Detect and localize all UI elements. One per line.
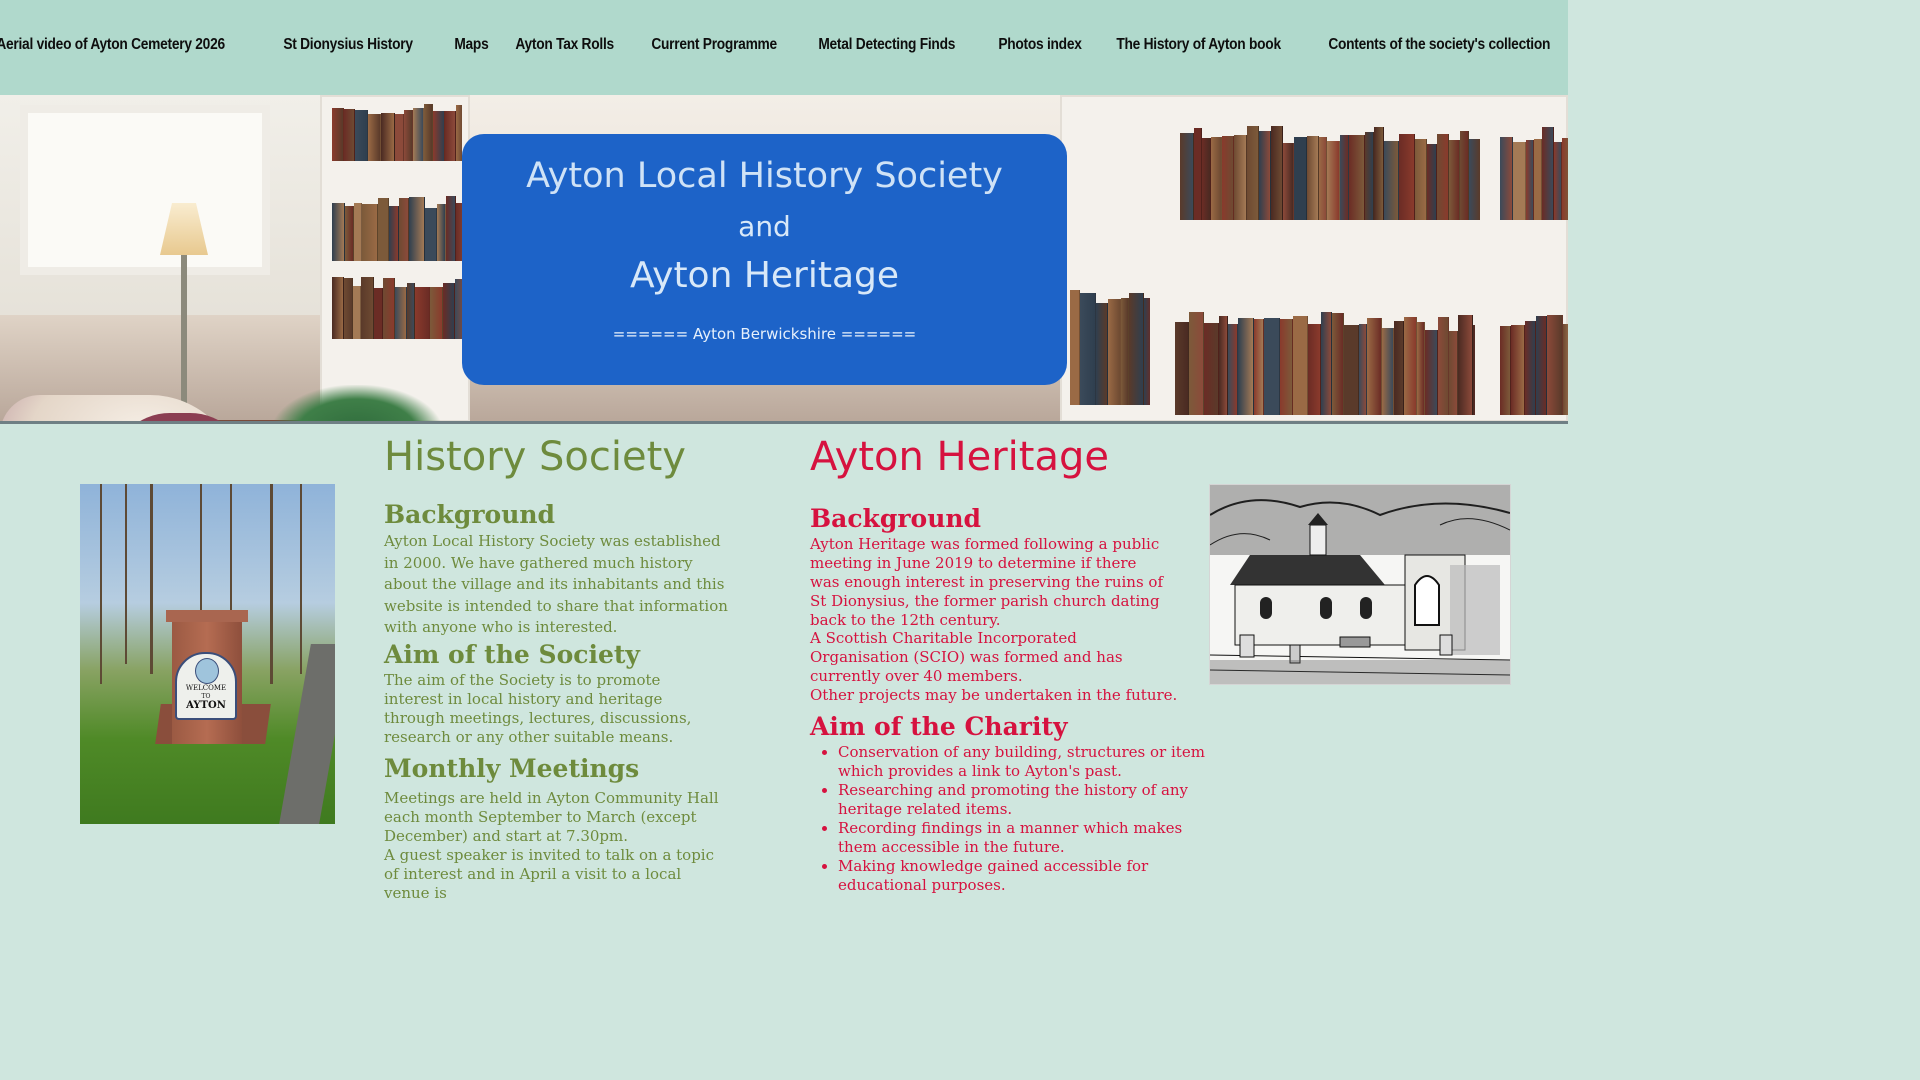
title-conjunction: and bbox=[738, 210, 791, 243]
society-aim-heading: Aim of the Society bbox=[384, 640, 640, 669]
society-aim-text: The aim of the Society is to promote int… bbox=[384, 671, 692, 746]
top-navigation: Aerial video of Ayton Cemetery 2026 St Di… bbox=[0, 0, 1568, 95]
sign-to-text: TO bbox=[201, 693, 211, 700]
nav-item-the-history-of-ayton-book[interactable]: The History of Ayton book bbox=[1106, 36, 1291, 54]
hero-divider bbox=[0, 421, 1568, 424]
monthly-meetings-heading: Monthly Meetings bbox=[384, 754, 640, 783]
sign-place-text: AYTON bbox=[186, 700, 226, 711]
history-society-heading: History Society bbox=[384, 434, 686, 480]
church-ruin-engraving-image[interactable] bbox=[1209, 484, 1511, 685]
nav-item-ayton-tax-rolls[interactable]: Ayton Tax Rolls bbox=[505, 36, 624, 54]
charity-aim-heading: Aim of the Charity bbox=[810, 712, 1068, 741]
nav-item-contents-of-the-society-s-collection[interactable]: Contents of the society's collection bbox=[1318, 36, 1560, 54]
monthly-meetings-guest-text: A guest speaker is invited to talk on a … bbox=[384, 846, 715, 902]
list-item: Recording findings in a manner which mak… bbox=[838, 819, 1208, 857]
society-background-text: Ayton Local History Society was establis… bbox=[384, 532, 728, 636]
site-title-box: Ayton Local History Society and Ayton He… bbox=[462, 134, 1067, 385]
nav-item-metal-detecting-finds[interactable]: Metal Detecting Finds bbox=[808, 36, 965, 54]
society-background-heading: Background bbox=[384, 500, 556, 529]
location-subtitle: ====== Ayton Berwickshire ====== bbox=[612, 325, 917, 343]
heritage-background-text: Ayton Heritage was formed following a pu… bbox=[810, 535, 1164, 629]
nav-menu: Aerial video of Ayton Cemetery 2026 St Di… bbox=[0, 36, 1568, 54]
monthly-meetings-text: Meetings are held in Ayton Community Hal… bbox=[384, 789, 719, 845]
list-item: Researching and promoting the history of… bbox=[838, 781, 1208, 819]
list-item: Conservation of any building, structures… bbox=[838, 743, 1208, 781]
ayton-heritage-heading: Ayton Heritage bbox=[810, 434, 1109, 480]
engraving-drawing bbox=[1210, 485, 1510, 684]
society-title: Ayton Local History Society bbox=[526, 156, 1003, 196]
crest-icon bbox=[195, 658, 219, 684]
nav-item-maps[interactable]: Maps bbox=[444, 36, 499, 54]
welcome-to-ayton-sign-photo[interactable]: WELCOME TO AYTON bbox=[80, 484, 335, 824]
nav-item-current-programme[interactable]: Current Programme bbox=[641, 36, 787, 54]
heritage-background-heading: Background bbox=[810, 504, 982, 533]
list-item: Making knowledge gained accessible for e… bbox=[838, 857, 1208, 895]
nav-item-aerial-video-of-ayton-cemetery-2026[interactable]: Aerial video of Ayton Cemetery 2026 bbox=[0, 36, 235, 54]
nav-item-photos-index[interactable]: Photos index bbox=[988, 36, 1092, 54]
heritage-title: Ayton Heritage bbox=[629, 255, 900, 296]
nav-item-st-dionysius-history[interactable]: St Dionysius History bbox=[273, 36, 423, 54]
charity-aims-list: Conservation of any building, structures… bbox=[810, 743, 1208, 895]
heritage-projects-text: Other projects may be undertaken in the … bbox=[810, 686, 1178, 704]
sign-welcome-text: WELCOME bbox=[185, 684, 227, 692]
welcome-sign-plaque: WELCOME TO AYTON bbox=[175, 652, 237, 720]
heritage-scio-text: A Scottish Charitable Incorporated Organ… bbox=[810, 629, 1123, 685]
